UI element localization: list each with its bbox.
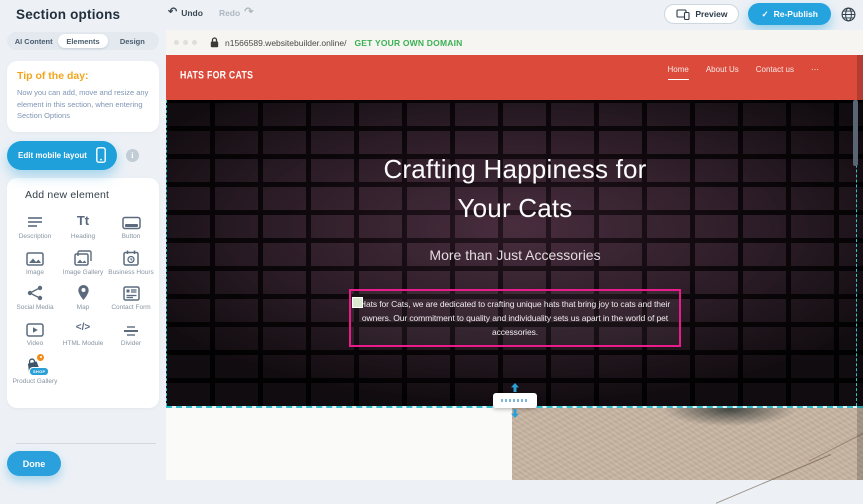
nav-more-icon[interactable]: ⋯ [811, 65, 819, 79]
element-item-html-module[interactable]: </> HTML Module [59, 316, 107, 351]
element-item-image-gallery[interactable]: Image Gallery [59, 245, 107, 280]
new-badge-icon [36, 353, 45, 362]
republish-label: Re-Publish [774, 9, 818, 19]
lock-icon [210, 37, 219, 48]
browser-bar: n1566589.websitebuilder.online/ GET YOUR… [166, 30, 863, 55]
preview-label: Preview [695, 9, 727, 19]
get-domain-link[interactable]: GET YOUR OWN DOMAIN [354, 38, 462, 48]
undo-label: Undo [181, 8, 203, 18]
business-hours-icon [123, 248, 139, 266]
element-drag-handle[interactable] [352, 297, 363, 308]
nav-contact-us[interactable]: Contact us [756, 65, 794, 79]
element-item-product-gallery[interactable]: SHOP Product Gallery [11, 352, 59, 389]
undo-icon: ↶ [168, 7, 177, 18]
site-preview-pane: n1566589.websitebuilder.online/ GET YOUR… [166, 30, 863, 480]
editor-topbar: Section options ↶ Undo Redo ↷ Preview ✓ … [0, 0, 863, 30]
next-section-background [166, 408, 512, 480]
contact-form-icon [123, 283, 140, 301]
video-icon [26, 319, 44, 337]
topbar-actions: Preview ✓ Re-Publish [664, 3, 857, 25]
globe-language-icon[interactable] [840, 6, 857, 23]
arrow-down-icon [510, 409, 519, 418]
preview-button[interactable]: Preview [664, 4, 739, 24]
tip-heading: Tip of the day: [17, 70, 149, 82]
undo-button[interactable]: ↶ Undo [168, 7, 203, 18]
preview-scrollbar-thumb[interactable] [853, 100, 858, 166]
hero-heading[interactable]: Crafting Happiness for Your Cats [167, 100, 863, 228]
description-icon [26, 212, 44, 230]
hero-paragraph: Hats for Cats, we are dedicated to craft… [360, 299, 670, 337]
site-url: n1566589.websitebuilder.online/ [225, 38, 346, 48]
element-item-description[interactable]: Description [11, 209, 59, 244]
device-preview-icon [676, 9, 690, 20]
site-header: HATS FOR CATS Home About Us Contact us ⋯ [166, 55, 863, 100]
image-gallery-icon [74, 248, 92, 266]
element-grid: Description Tt Heading Button Image [11, 209, 155, 389]
element-item-button[interactable]: Button [107, 209, 155, 244]
edit-mobile-layout-button[interactable]: Edit mobile layout [7, 141, 117, 170]
html-module-icon: </> [76, 319, 90, 337]
element-item-business-hours[interactable]: Business Hours [107, 245, 155, 280]
mobile-layout-row: Edit mobile layout i [7, 141, 159, 170]
button-icon [122, 212, 141, 230]
page-title: Section options [16, 7, 120, 22]
republish-button[interactable]: ✓ Re-Publish [748, 3, 831, 25]
sidebar-divider [16, 443, 156, 444]
arrow-up-icon [510, 383, 519, 392]
site-logo[interactable]: HATS FOR CATS [180, 69, 253, 82]
image-icon [26, 248, 44, 266]
site-nav: Home About Us Contact us ⋯ [668, 65, 820, 80]
sidebar-tabs: AI Content Elements Design [7, 32, 159, 50]
heading-icon: Tt [77, 212, 89, 230]
tab-elements[interactable]: Elements [58, 34, 107, 48]
nav-about-us[interactable]: About Us [706, 65, 739, 79]
element-item-map[interactable]: Map [59, 280, 107, 315]
section-length-indicator [501, 399, 529, 402]
element-item-video[interactable]: Video [11, 316, 59, 351]
sand-crack-line [808, 429, 863, 462]
section-options-sidebar: AI Content Elements Design Tip of the da… [0, 30, 166, 480]
element-item-image[interactable]: Image [11, 245, 59, 280]
hero-section[interactable]: Crafting Happiness for Your Cats More th… [166, 100, 863, 406]
website-canvas: HATS FOR CATS Home About Us Contact us ⋯… [166, 55, 863, 480]
next-section-image [512, 408, 863, 480]
tab-ai-content[interactable]: AI Content [9, 34, 58, 48]
element-item-heading[interactable]: Tt Heading [59, 209, 107, 244]
tip-body: Now you can add, move and resize any ele… [17, 87, 149, 122]
undo-redo-group: ↶ Undo Redo ↷ [168, 7, 253, 18]
sand-crack-line [716, 454, 831, 504]
nav-home[interactable]: Home [668, 65, 689, 80]
phone-icon [96, 147, 106, 163]
element-item-social-media[interactable]: Social Media [11, 280, 59, 315]
check-icon: ✓ [761, 9, 768, 20]
add-element-heading: Add new element [25, 189, 155, 201]
section-resize-handle[interactable] [493, 393, 537, 408]
divider-icon [123, 319, 139, 337]
hero-subheading[interactable]: More than Just Accessories [167, 247, 863, 263]
done-button[interactable]: Done [7, 451, 61, 476]
map-icon [77, 283, 90, 301]
element-item-contact-form[interactable]: Contact Form [107, 280, 155, 315]
add-new-element-panel: Add new element Description Tt Heading B… [7, 178, 159, 408]
info-icon[interactable]: i [126, 149, 139, 162]
element-item-divider[interactable]: Divider [107, 316, 155, 351]
product-gallery-icon: SHOP [24, 355, 46, 375]
redo-icon: ↷ [244, 7, 253, 18]
tab-design[interactable]: Design [108, 34, 157, 48]
edit-mobile-label: Edit mobile layout [18, 151, 87, 160]
tip-of-the-day-card: Tip of the day: Now you can add, move an… [7, 61, 159, 132]
selected-text-element[interactable]: Hats for Cats, we are dedicated to craft… [349, 289, 681, 347]
shop-badge: SHOP [29, 367, 49, 376]
redo-label: Redo [219, 8, 240, 18]
social-media-icon [27, 283, 43, 301]
redo-button[interactable]: Redo ↷ [219, 7, 253, 18]
browser-dots-icon [174, 40, 197, 45]
